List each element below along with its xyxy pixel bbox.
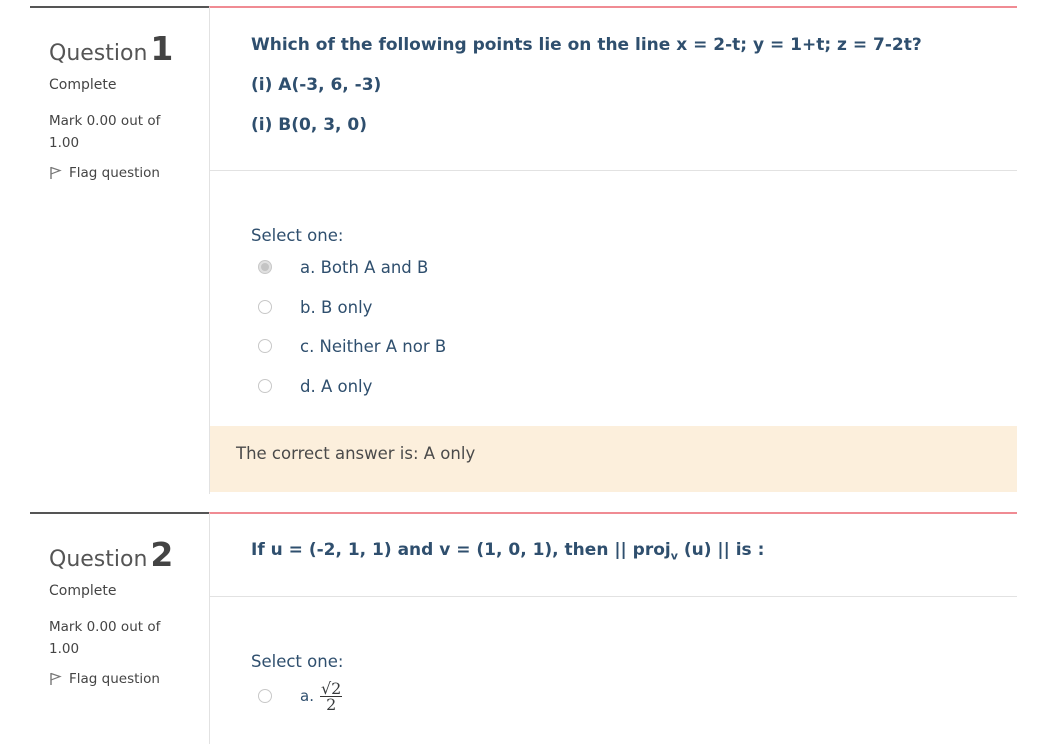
option-label: c. Neither A nor B [300, 336, 447, 356]
question-number: Question2 [49, 535, 173, 574]
fraction: √2 2 [319, 680, 343, 714]
flag-question-label: Flag question [69, 671, 160, 687]
question-content: Which of the following points lie on the… [209, 6, 1017, 494]
answer-option-a[interactable]: a. √2 2 [258, 680, 343, 712]
question-label: Question [49, 41, 148, 66]
flag-icon [50, 672, 62, 685]
flag-question-link[interactable]: Flag question [49, 165, 160, 181]
point-a-text: (i) A(-3, 6, -3) [251, 75, 382, 95]
point-b-text: (i) B(0, 3, 0) [251, 115, 368, 135]
question-1: Question1 Complete Mark 0.00 out of 1.00… [30, 6, 1017, 494]
question-grade: Mark 0.00 out of 1.00 [49, 113, 161, 151]
flag-question-link[interactable]: Flag question [49, 671, 160, 687]
radio-button[interactable] [258, 260, 272, 274]
fraction-denominator: 2 [326, 694, 337, 714]
question-text-area: Which of the following points lie on the… [210, 8, 1017, 171]
question-number-value: 2 [150, 535, 174, 574]
question-text-end: (u) || is : [677, 540, 765, 560]
select-one-prompt: Select one: [251, 652, 344, 671]
answer-option-b[interactable]: b. B only [258, 295, 372, 319]
answer-option-c[interactable]: c. Neither A nor B [258, 334, 446, 358]
question-info: Question1 Complete Mark 0.00 out of 1.00… [30, 6, 209, 494]
radio-button[interactable] [258, 339, 272, 353]
question-content: If u = (-2, 1, 1) and v = (1, 0, 1), the… [209, 512, 1017, 744]
radio-button[interactable] [258, 689, 272, 703]
question-info: Question2 Complete Mark 0.00 out of 1.00… [30, 512, 209, 744]
radio-button[interactable] [258, 300, 272, 314]
question-number: Question1 [49, 29, 173, 68]
correct-answer-text: The correct answer is: A only [236, 444, 476, 463]
question-number-value: 1 [150, 29, 174, 68]
question-state: Complete [49, 583, 117, 599]
question-text-start: If u = (-2, 1, 1) and v = (1, 0, 1), the… [251, 540, 671, 560]
flag-icon [50, 166, 62, 179]
question-state: Complete [49, 77, 117, 93]
select-one-prompt: Select one: [251, 226, 344, 245]
option-label: a. Both A and B [300, 257, 429, 277]
question-grade: Mark 0.00 out of 1.00 [49, 619, 161, 657]
question-label: Question [49, 547, 148, 572]
feedback-panel: The correct answer is: A only [210, 426, 1017, 492]
question-text-area: If u = (-2, 1, 1) and v = (1, 0, 1), the… [210, 514, 1017, 597]
question-text-subscript: v [670, 549, 678, 563]
question-2: Question2 Complete Mark 0.00 out of 1.00… [30, 512, 1017, 744]
option-label: d. A only [300, 376, 373, 396]
question-text: If u = (-2, 1, 1) and v = (1, 0, 1), the… [251, 540, 764, 562]
option-label: a. [300, 687, 314, 705]
flag-question-label: Flag question [69, 165, 160, 181]
option-label: b. B only [300, 297, 373, 317]
answer-option-d[interactable]: d. A only [258, 374, 372, 398]
radio-button[interactable] [258, 379, 272, 393]
question-text: Which of the following points lie on the… [251, 35, 922, 55]
answer-option-a[interactable]: a. Both A and B [258, 255, 428, 279]
